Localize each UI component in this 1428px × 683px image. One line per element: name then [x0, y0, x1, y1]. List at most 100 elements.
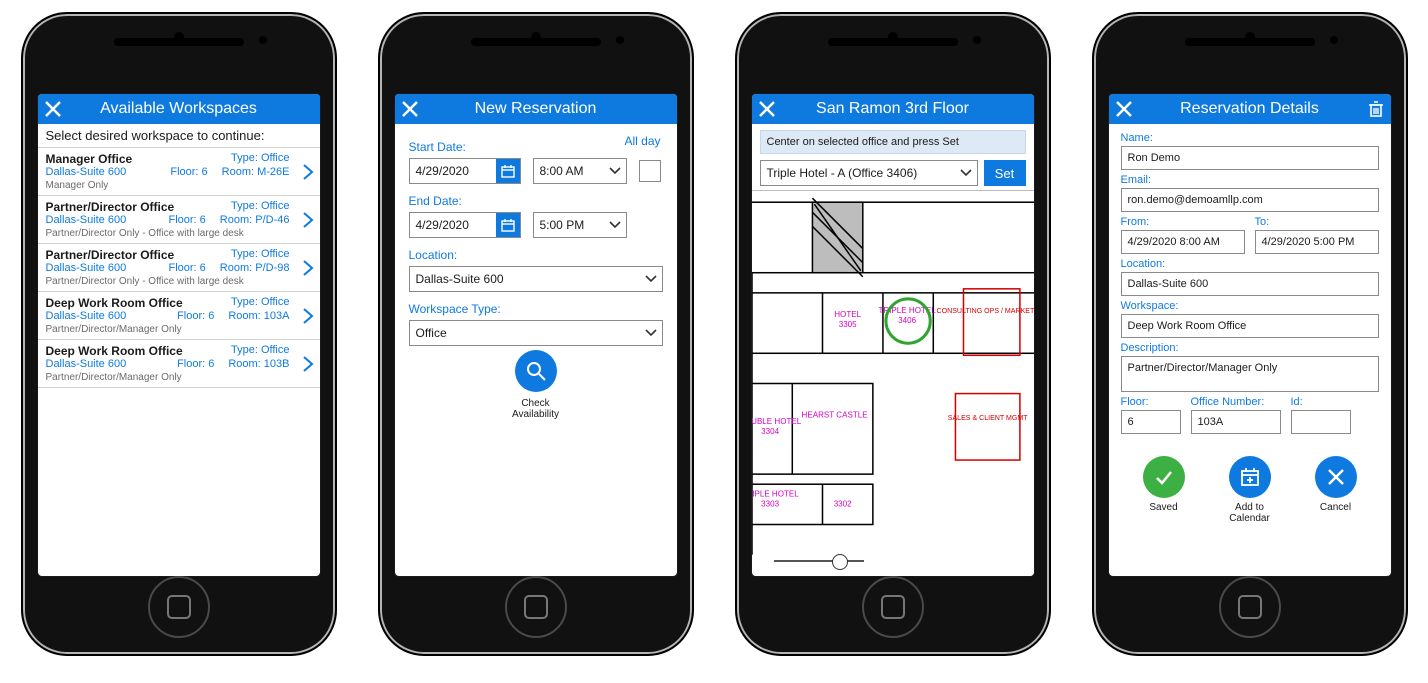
ws-floor: Floor: 6	[169, 214, 206, 226]
add-to-calendar-label: Add toCalendar	[1229, 502, 1270, 524]
chevron-down-icon	[646, 330, 656, 336]
to-label: To:	[1255, 216, 1379, 228]
end-date-label: End Date:	[409, 194, 663, 208]
allday-checkbox[interactable]	[639, 160, 661, 182]
workspace-item[interactable]: Manager OfficeType: OfficeDallas-Suite 6…	[38, 147, 320, 195]
search-icon	[525, 360, 547, 382]
ws-name: Manager Office	[46, 152, 133, 166]
trash-icon[interactable]	[1361, 94, 1391, 124]
map-label-hotel-id: 3305	[838, 320, 856, 329]
map-label-double: DOUBLE HOTEL	[752, 417, 802, 426]
ws-room: Room: 103B	[228, 358, 289, 370]
saved-button[interactable]	[1143, 456, 1185, 498]
chevron-right-icon	[302, 258, 316, 278]
ws-sub: Manager Only	[46, 180, 314, 191]
end-time-value: 5:00 PM	[540, 218, 585, 232]
home-button[interactable]	[505, 576, 567, 638]
close-icon[interactable]	[38, 94, 68, 124]
end-date-input[interactable]: 4/29/2020	[409, 212, 521, 238]
end-date-value: 4/29/2020	[410, 213, 496, 237]
office-select[interactable]: Triple Hotel - A (Office 3406)	[760, 160, 978, 186]
workspace-item[interactable]: Deep Work Room OfficeType: OfficeDallas-…	[38, 339, 320, 388]
ws-room: Room: 103A	[228, 310, 289, 322]
chevron-right-icon	[302, 162, 316, 182]
ws-floor: Floor: 6	[177, 358, 214, 370]
phone-reservation-details: Reservation Details Name: Ron Demo Email…	[1092, 12, 1408, 656]
map-label-hearst: HEARST CASTLE	[801, 411, 868, 420]
home-button[interactable]	[1219, 576, 1281, 638]
workspace-item[interactable]: Deep Work Room OfficeType: OfficeDallas-…	[38, 291, 320, 339]
header-spacer	[1004, 94, 1034, 124]
start-time-select[interactable]: 8:00 AM	[533, 158, 627, 184]
to-field[interactable]: 4/29/2020 5:00 PM	[1255, 230, 1379, 254]
phone-available-workspaces: Available Workspaces Select desired work…	[21, 12, 337, 656]
cancel-button[interactable]	[1315, 456, 1357, 498]
close-icon	[1326, 467, 1346, 487]
calendar-icon[interactable]	[496, 213, 520, 237]
phone-new-reservation: New Reservation All day Start Date: 4/29…	[378, 12, 694, 656]
map-label-triple3-id: 3302	[833, 499, 851, 508]
location-select[interactable]: Dallas-Suite 600	[409, 266, 663, 292]
cancel-label: Cancel	[1320, 502, 1351, 513]
location-value: Dallas-Suite 600	[416, 272, 504, 286]
email-field[interactable]: ron.demo@demoamllp.com	[1121, 188, 1379, 212]
office-no-label: Office Number:	[1191, 396, 1281, 408]
start-date-value: 4/29/2020	[410, 159, 496, 183]
id-field[interactable]	[1291, 410, 1351, 434]
page-title: San Ramon 3rd Floor	[782, 100, 1004, 118]
from-field[interactable]: 4/29/2020 8:00 AM	[1121, 230, 1245, 254]
floor-map[interactable]: HOTEL 3305 TRIPLE HOTEL 3406 CONSULTING …	[752, 190, 1034, 576]
page-title: New Reservation	[425, 100, 647, 118]
close-icon[interactable]	[752, 94, 782, 124]
chevron-right-icon	[302, 210, 316, 230]
close-icon[interactable]	[395, 94, 425, 124]
home-button[interactable]	[862, 576, 924, 638]
check-availability-button[interactable]	[515, 350, 557, 392]
zoom-slider[interactable]	[774, 560, 864, 562]
map-label-consulting: CONSULTING OPS / MARKETING	[936, 308, 1033, 315]
phone-floor-map: San Ramon 3rd Floor Center on selected o…	[735, 12, 1051, 656]
location-field[interactable]: Dallas-Suite 600	[1121, 272, 1379, 296]
page-title: Available Workspaces	[68, 100, 290, 118]
close-icon[interactable]	[1109, 94, 1139, 124]
workspace-field[interactable]: Deep Work Room Office	[1121, 314, 1379, 338]
ws-name: Deep Work Room Office	[46, 344, 183, 358]
floor-field[interactable]: 6	[1121, 410, 1181, 434]
ws-floor: Floor: 6	[169, 262, 206, 274]
header-spacer	[647, 94, 677, 124]
ws-sub: Partner/Director/Manager Only	[46, 372, 314, 383]
calendar-icon[interactable]	[496, 159, 520, 183]
name-label: Name:	[1121, 132, 1379, 144]
saved-label: Saved	[1149, 502, 1177, 513]
workspace-label: Workspace:	[1121, 300, 1379, 312]
chevron-down-icon	[610, 168, 620, 174]
chevron-right-icon	[302, 354, 316, 374]
location-label: Location:	[1121, 258, 1379, 270]
calendar-add-icon	[1239, 466, 1261, 488]
add-to-calendar-button[interactable]	[1229, 456, 1271, 498]
wstype-select[interactable]: Office	[409, 320, 663, 346]
from-label: From:	[1121, 216, 1245, 228]
office-value: Triple Hotel - A (Office 3406)	[767, 166, 918, 180]
ws-name: Deep Work Room Office	[46, 296, 183, 310]
workspace-item[interactable]: Partner/Director OfficeType: OfficeDalla…	[38, 243, 320, 291]
start-date-input[interactable]: 4/29/2020	[409, 158, 521, 184]
id-label: Id:	[1291, 396, 1351, 408]
home-button[interactable]	[148, 576, 210, 638]
start-date-label: Start Date:	[409, 140, 663, 154]
ws-room: Room: M-26E	[222, 166, 290, 178]
set-button[interactable]: Set	[984, 160, 1026, 186]
ws-name: Partner/Director Office	[46, 248, 175, 262]
workspace-item[interactable]: Partner/Director OfficeType: OfficeDalla…	[38, 195, 320, 243]
office-no-field[interactable]: 103A	[1191, 410, 1281, 434]
end-time-select[interactable]: 5:00 PM	[533, 212, 627, 238]
map-label-double-id: 3304	[761, 427, 779, 436]
floor-label: Floor:	[1121, 396, 1181, 408]
ws-floor: Floor: 6	[177, 310, 214, 322]
wstype-label: Workspace Type:	[409, 302, 663, 316]
header-spacer	[290, 94, 320, 124]
description-field[interactable]: Partner/Director/Manager Only	[1121, 356, 1379, 392]
ws-name: Partner/Director Office	[46, 200, 175, 214]
chevron-right-icon	[302, 306, 316, 326]
name-field[interactable]: Ron Demo	[1121, 146, 1379, 170]
